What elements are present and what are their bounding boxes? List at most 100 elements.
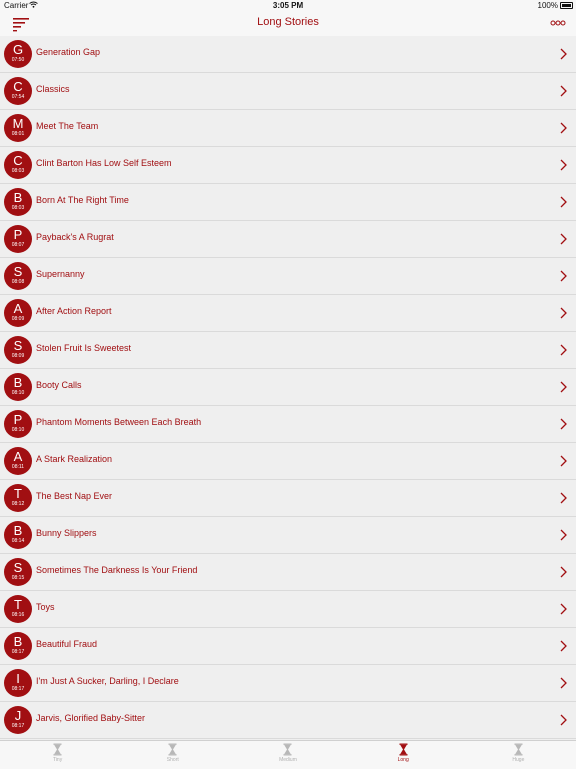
avatar-letter: T xyxy=(14,597,22,612)
list-item[interactable]: G 07:50 Generation Gap xyxy=(0,36,576,73)
story-title: Clint Barton Has Low Self Esteem xyxy=(36,158,172,168)
page-title: Long Stories xyxy=(257,16,319,28)
avatar-letter: M xyxy=(12,116,24,131)
list-item[interactable]: P 08:10 Phantom Moments Between Each Breat… xyxy=(0,406,576,443)
avatar-letter: J xyxy=(14,708,22,723)
story-avatar: I 08:17 xyxy=(4,669,32,697)
list-item[interactable]: S 08:08 Supernanny xyxy=(0,258,576,295)
story-title: Classics xyxy=(36,84,70,94)
avatar-time: 08:16 xyxy=(11,612,25,618)
story-title: Payback's A Rugrat xyxy=(36,232,114,242)
avatar-letter: B xyxy=(13,523,23,538)
tab-tiny[interactable]: Tiny xyxy=(0,743,115,769)
more-options-icon[interactable] xyxy=(550,18,566,28)
avatar-time: 08:17 xyxy=(11,723,25,729)
story-avatar: B 08:03 xyxy=(4,188,32,216)
battery-icon xyxy=(560,2,573,9)
list-item[interactable]: B 08:14 Bunny Slippers xyxy=(0,517,576,554)
story-title: Phantom Moments Between Each Breath xyxy=(36,417,202,427)
list-item[interactable]: S 08:09 Stolen Fruit Is Sweetest xyxy=(0,332,576,369)
hourglass-icon xyxy=(399,743,408,756)
hourglass-icon xyxy=(168,743,177,756)
story-title: Meet The Team xyxy=(36,121,99,131)
tab-label: Huge xyxy=(512,757,525,763)
chevron-right-icon xyxy=(560,603,567,615)
chevron-right-icon xyxy=(560,492,567,504)
chevron-right-icon xyxy=(560,714,567,726)
story-avatar: S 08:08 xyxy=(4,262,32,290)
chevron-right-icon xyxy=(560,307,567,319)
chevron-right-icon xyxy=(560,270,567,282)
avatar-time: 08:03 xyxy=(11,168,25,174)
status-bar: Carrier 3:05 PM 100% xyxy=(0,0,576,12)
story-title: Beautiful Fraud xyxy=(36,639,98,649)
story-avatar: A 08:11 xyxy=(4,447,32,475)
story-title: Generation Gap xyxy=(36,47,101,57)
list-item[interactable]: C 08:03 Clint Barton Has Low Self Esteem xyxy=(0,147,576,184)
battery-percent: 100% xyxy=(537,1,558,10)
tab-short[interactable]: Short xyxy=(115,743,230,769)
story-avatar: B 08:14 xyxy=(4,521,32,549)
story-title: After Action Report xyxy=(36,306,112,316)
avatar-time: 08:15 xyxy=(11,575,25,581)
story-avatar: T 08:16 xyxy=(4,595,32,623)
chevron-right-icon xyxy=(560,122,567,134)
tab-long[interactable]: Long xyxy=(346,743,461,769)
list-item[interactable]: S 08:15 Sometimes The Darkness Is Your Fri… xyxy=(0,554,576,591)
list-item[interactable]: T 08:16 Toys xyxy=(0,591,576,628)
list-item[interactable]: C 07:54 Classics xyxy=(0,73,576,110)
chevron-right-icon xyxy=(560,640,567,652)
avatar-letter: C xyxy=(13,153,23,168)
story-title: Toys xyxy=(36,602,55,612)
avatar-time: 08:11 xyxy=(11,464,25,470)
hourglass-icon xyxy=(53,743,62,756)
story-title: Supernanny xyxy=(36,269,85,279)
tab-medium[interactable]: Medium xyxy=(230,743,345,769)
list-item[interactable]: A 08:11 A Stark Realization xyxy=(0,443,576,480)
avatar-time: 08:03 xyxy=(11,205,25,211)
list-item[interactable]: T 08:12 The Best Nap Ever xyxy=(0,480,576,517)
avatar-time: 07:54 xyxy=(11,94,25,100)
avatar-time: 08:01 xyxy=(11,131,25,137)
story-title: A Stark Realization xyxy=(36,454,113,464)
avatar-letter: B xyxy=(13,190,23,205)
list-item[interactable]: B 08:17 Beautiful Fraud xyxy=(0,628,576,665)
chevron-right-icon xyxy=(560,85,567,97)
story-title: Stolen Fruit Is Sweetest xyxy=(36,343,132,353)
list-item[interactable]: B 08:03 Born At The Right Time xyxy=(0,184,576,221)
story-title: Jarvis, Glorified Baby-Sitter xyxy=(36,713,146,723)
story-avatar: S 08:15 xyxy=(4,558,32,586)
list-item[interactable]: J 08:17 Jarvis, Glorified Baby-Sitter xyxy=(0,702,576,739)
chevron-right-icon xyxy=(560,455,567,467)
story-avatar: C 07:54 xyxy=(4,77,32,105)
story-avatar: P 08:10 xyxy=(4,410,32,438)
avatar-letter: A xyxy=(13,449,23,464)
story-list[interactable]: G 07:50 Generation Gap C 07:54 Classics M 08:01… xyxy=(0,36,576,740)
list-item[interactable]: A 08:09 After Action Report xyxy=(0,295,576,332)
list-item[interactable]: P 08:07 Payback's A Rugrat xyxy=(0,221,576,258)
story-avatar: M 08:01 xyxy=(4,114,32,142)
status-time: 3:05 PM xyxy=(272,1,304,10)
story-avatar: G 07:50 xyxy=(4,40,32,68)
chevron-right-icon xyxy=(560,529,567,541)
story-avatar: T 08:12 xyxy=(4,484,32,512)
avatar-time: 08:07 xyxy=(11,242,25,248)
avatar-letter: P xyxy=(13,227,23,242)
tab-huge[interactable]: Huge xyxy=(461,743,576,769)
avatar-time: 08:14 xyxy=(11,538,25,544)
story-avatar: B 08:17 xyxy=(4,632,32,660)
avatar-time: 08:09 xyxy=(11,316,25,322)
tab-label: Tiny xyxy=(52,757,63,763)
avatar-letter: B xyxy=(13,634,23,649)
avatar-letter: S xyxy=(13,560,23,575)
avatar-time: 08:09 xyxy=(11,353,25,359)
list-item[interactable]: M 08:01 Meet The Team xyxy=(0,110,576,147)
story-avatar: A 08:09 xyxy=(4,299,32,327)
story-avatar: B 08:10 xyxy=(4,373,32,401)
story-title: Sometimes The Darkness Is Your Friend xyxy=(36,565,198,575)
avatar-letter: B xyxy=(13,375,23,390)
list-item[interactable]: I 08:17 I'm Just A Sucker, Darling, I Decl… xyxy=(0,665,576,702)
tab-label: Short xyxy=(166,757,179,763)
list-item[interactable]: B 08:10 Booty Calls xyxy=(0,369,576,406)
story-title: Born At The Right Time xyxy=(36,195,129,205)
